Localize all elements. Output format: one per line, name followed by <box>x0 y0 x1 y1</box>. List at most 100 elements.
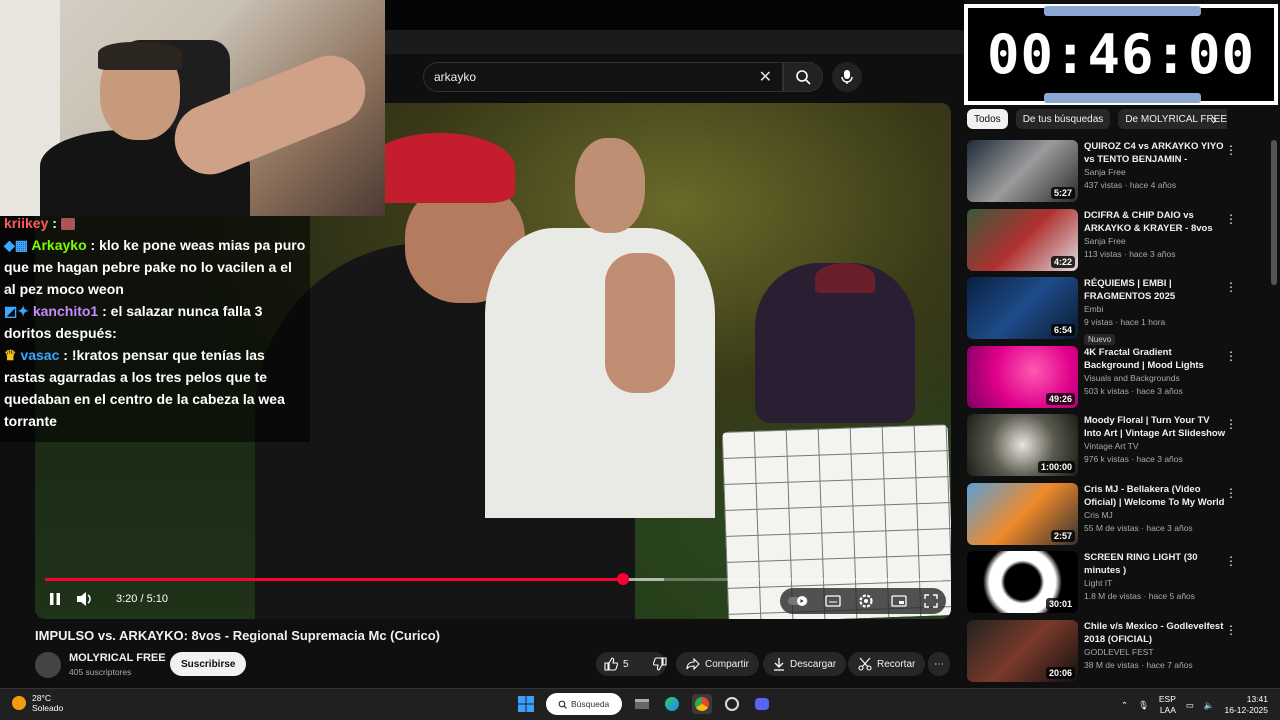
recommendation-title[interactable]: QUIROZ C4 vs ARKAYKO YIYO vs TENTO BENJA… <box>1084 140 1228 166</box>
voice-search-button[interactable] <box>832 62 862 92</box>
recommendation-item[interactable]: 6:54 RÉQUIEMS | EMBI | FRAGMENTOS 2025 Emb… <box>967 277 1267 346</box>
recommendation-channel[interactable]: GODLEVEL FEST <box>1084 646 1228 659</box>
weather-temp: 28°C <box>32 693 51 703</box>
chip-all[interactable]: Todos <box>967 109 1008 129</box>
volume-button[interactable] <box>76 591 94 607</box>
dislike-button[interactable] <box>645 657 667 671</box>
chevron-right-icon[interactable]: › <box>1212 111 1217 127</box>
more-horizontal-icon: ⋯ <box>934 658 944 670</box>
download-button[interactable]: Descargar <box>763 652 847 676</box>
recommendation-title[interactable]: SCREEN RING LIGHT (30 minutes ) <box>1084 551 1228 577</box>
microphone-icon[interactable]: 🎙 <box>1138 700 1149 711</box>
search-input[interactable]: arkayko <box>434 70 759 84</box>
badge-icon: ◆▦ <box>4 237 28 253</box>
recommendation-item[interactable]: 49:26 4K Fractal Gradient Background | Mo… <box>967 345 1267 415</box>
pause-button[interactable] <box>48 592 62 606</box>
recommendation-title[interactable]: Chile v/s Mexico - Godlevelfest 2018 (OF… <box>1084 620 1228 646</box>
recommendation-thumbnail[interactable]: 1:00:00 <box>967 414 1078 476</box>
recommendation-item[interactable]: 2:57 Cris MJ - Bellakera (Video Oficial) … <box>967 482 1267 552</box>
chrome-icon[interactable] <box>692 694 712 714</box>
edge-icon[interactable] <box>662 694 682 714</box>
recommendation-item[interactable]: 20:06 Chile v/s Mexico - Godlevelfest 201… <box>967 619 1267 689</box>
video-hand <box>605 253 675 393</box>
language-indicator[interactable]: ESP LAA <box>1159 694 1176 716</box>
recommendation-item[interactable]: 30:01 SCREEN RING LIGHT (30 minutes ) Ligh… <box>967 551 1267 620</box>
more-vertical-icon[interactable]: ⋮ <box>1225 623 1237 637</box>
recommendation-channel[interactable]: Sanja Free <box>1084 235 1228 248</box>
download-label: Descargar <box>790 658 837 670</box>
scrubber-handle[interactable] <box>616 573 629 585</box>
clip-button[interactable]: Recortar <box>848 652 926 676</box>
recommendation-thumbnail[interactable]: 4:22 <box>967 208 1078 271</box>
clock[interactable]: 13:41 16-12-2025 <box>1225 694 1268 716</box>
recommendation-title[interactable]: Cris MJ - Bellakera (Video Oficial) | We… <box>1084 483 1228 509</box>
recommendation-channel[interactable]: Embi <box>1084 303 1228 316</box>
more-vertical-icon[interactable]: ⋮ <box>1225 280 1237 294</box>
clock-time: 13:41 <box>1246 694 1268 704</box>
more-vertical-icon[interactable]: ⋮ <box>1225 417 1237 431</box>
share-button[interactable]: Compartir <box>676 652 759 676</box>
new-badge: Nuevo <box>1084 334 1116 345</box>
taskbar-search[interactable]: Búsqueda <box>546 693 622 715</box>
windows-start-button[interactable] <box>516 694 536 714</box>
recommendation-channel[interactable]: Cris MJ <box>1084 509 1228 522</box>
more-vertical-icon[interactable]: ⋮ <box>1225 486 1237 500</box>
more-vertical-icon[interactable]: ⋮ <box>1225 349 1237 363</box>
chip-from-channel[interactable]: De MOLYRICAL FREE <box>1118 109 1227 129</box>
share-label: Compartir <box>705 658 749 670</box>
recommendation-thumbnail[interactable]: 2:57 <box>967 482 1078 545</box>
network-icon[interactable]: ▭ <box>1186 700 1194 711</box>
chat-message: ♛ vasac : !kratos pensar que tenías las … <box>4 344 306 432</box>
search-box[interactable]: arkayko ✕ <box>423 62 783 92</box>
taskbar-apps: Búsqueda <box>516 693 772 715</box>
channel-name[interactable]: MOLYRICAL FREE <box>69 652 166 664</box>
recommendation-channel[interactable]: Vintage Art TV <box>1084 440 1228 453</box>
subscribe-button[interactable]: Suscribirse <box>170 652 247 676</box>
recommendation-item[interactable]: 4:22 DCIFRA & CHIP DAIO vs ARKAYKO & KRAY… <box>967 208 1267 278</box>
windows-taskbar: 28°C Soleado Búsqueda ⌃ 🎙 ESP LAA ▭ 🔈 13… <box>0 688 1280 720</box>
recommendation-channel[interactable]: Light IT <box>1084 577 1228 590</box>
recommendation-title[interactable]: Moody Floral | Turn Your TV Into Art | V… <box>1084 414 1228 440</box>
share-icon <box>686 658 700 670</box>
more-vertical-icon[interactable]: ⋮ <box>1225 143 1237 157</box>
settings-button[interactable] <box>858 593 874 609</box>
recommendation-channel[interactable]: Sanja Free <box>1084 166 1228 179</box>
recommendation-title[interactable]: RÉQUIEMS | EMBI | FRAGMENTOS 2025 <box>1084 277 1228 303</box>
keyboard-layout: LAA <box>1159 705 1176 715</box>
progress-bar[interactable] <box>45 573 942 585</box>
badge-icon: ◩✦ <box>4 303 29 319</box>
recommendation-title[interactable]: DCIFRA & CHIP DAIO vs ARKAYKO & KRAYER -… <box>1084 209 1228 235</box>
more-actions-button[interactable]: ⋯ <box>928 652 950 676</box>
chevron-up-icon[interactable]: ⌃ <box>1121 700 1128 711</box>
recommendation-thumbnail[interactable]: 30:01 <box>967 551 1078 613</box>
recommendation-title[interactable]: 4K Fractal Gradient Background | Mood Li… <box>1084 346 1228 372</box>
more-vertical-icon[interactable]: ⋮ <box>1225 212 1237 226</box>
scrollbar[interactable] <box>1271 140 1277 285</box>
search-icon <box>796 70 811 85</box>
clear-search-icon[interactable]: ✕ <box>759 67 772 87</box>
speaker-icon[interactable]: 🔈 <box>1204 700 1215 711</box>
fullscreen-button[interactable] <box>923 594 938 608</box>
like-button[interactable]: 5 <box>596 657 629 671</box>
weather-widget[interactable]: 28°C Soleado <box>12 693 63 713</box>
autoplay-toggle[interactable] <box>788 595 809 607</box>
recommendation-item[interactable]: 5:27 QUIROZ C4 vs ARKAYKO YIYO vs TENTO B… <box>967 140 1267 209</box>
recommendation-thumbnail[interactable]: 20:06 <box>967 619 1078 682</box>
recommendation-thumbnail[interactable]: 5:27 <box>967 140 1078 202</box>
file-explorer-icon[interactable] <box>632 694 652 714</box>
search-button[interactable] <box>783 62 823 92</box>
miniplayer-button[interactable] <box>891 595 907 607</box>
channel-avatar[interactable] <box>35 652 61 678</box>
discord-icon[interactable] <box>752 694 772 714</box>
thumbs-down-icon <box>652 657 667 671</box>
webcam-overlay <box>0 0 385 216</box>
recommendation-thumbnail[interactable]: 49:26 <box>967 345 1078 408</box>
chip-from-searches[interactable]: De tus búsquedas <box>1015 109 1111 129</box>
recommendation-thumbnail[interactable]: 6:54 <box>967 277 1078 339</box>
duration-badge: 1:00:00 <box>1037 461 1075 473</box>
recommendation-item[interactable]: 1:00:00 Moody Floral | Turn Your TV Into … <box>967 414 1267 483</box>
more-vertical-icon[interactable]: ⋮ <box>1225 554 1237 568</box>
obs-icon[interactable] <box>722 694 742 714</box>
subtitles-button[interactable] <box>825 595 841 607</box>
recommendation-channel[interactable]: Visuals and Backgrounds <box>1084 372 1228 385</box>
